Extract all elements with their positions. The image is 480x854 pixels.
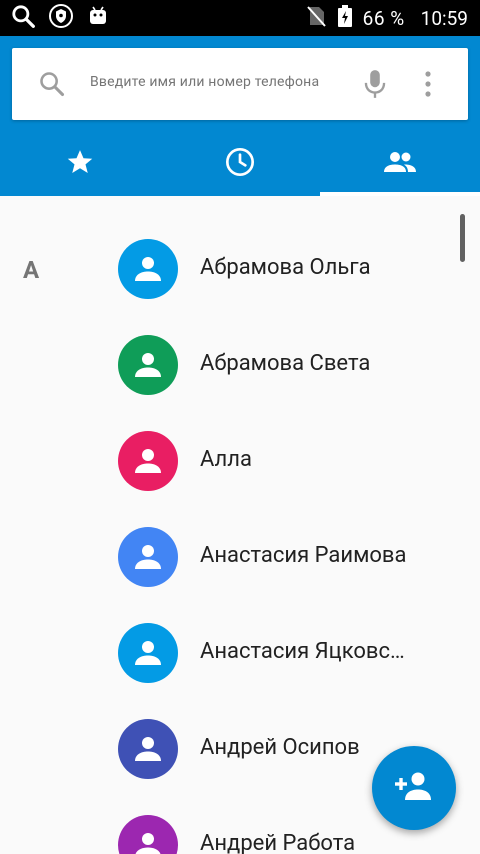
avatar: [118, 239, 178, 299]
search-icon: [38, 70, 66, 102]
search-icon: [10, 3, 36, 33]
search-input[interactable]: Введите имя или номер телефона: [90, 74, 319, 90]
scrollbar[interactable]: [460, 214, 465, 262]
star-icon: [65, 147, 95, 181]
contact-name: Алла: [200, 447, 252, 472]
contact-row[interactable]: Анастасия Раимова: [0, 510, 480, 606]
contact-name: Анастасия Раимова: [200, 543, 407, 568]
avatar: [118, 623, 178, 683]
clock-icon: [224, 146, 256, 182]
tab-bar: [0, 132, 480, 196]
status-bar: 66 % 10:59: [0, 0, 480, 36]
tab-recents[interactable]: [160, 132, 320, 196]
contact-row[interactable]: Алла: [0, 414, 480, 510]
add-person-icon: [394, 770, 434, 806]
avatar: [118, 815, 178, 854]
contact-row[interactable]: Анастасия Яцковс…: [0, 606, 480, 702]
avatar: [118, 719, 178, 779]
people-icon: [383, 149, 417, 179]
search-box[interactable]: Введите имя или номер телефона: [12, 48, 468, 120]
contact-name: Андрей Работа: [200, 831, 356, 854]
contact-name: Абрамова Ольга: [200, 255, 371, 280]
avatar: [118, 335, 178, 395]
tab-contacts[interactable]: [320, 132, 480, 196]
contact-row[interactable]: Абрамова Света: [0, 318, 480, 414]
contact-name: Анастасия Яцковс…: [200, 639, 405, 664]
avatar: [118, 431, 178, 491]
contact-row[interactable]: Абрамова Ольга: [0, 222, 480, 318]
contact-name: Абрамова Света: [200, 351, 371, 376]
contact-name: Андрей Осипов: [200, 735, 360, 760]
more-vert-icon[interactable]: [418, 70, 438, 102]
app-bar: Введите имя или номер телефона: [0, 36, 480, 196]
clock-time: 10:59: [420, 6, 468, 30]
android-debug-icon: [86, 4, 110, 32]
battery-percent: 66 %: [362, 6, 405, 30]
microphone-icon[interactable]: [362, 68, 388, 104]
tab-favorites[interactable]: [0, 132, 160, 196]
no-sim-icon: [305, 4, 327, 33]
add-contact-button[interactable]: [372, 746, 456, 830]
battery-charging-icon: [337, 4, 353, 33]
vpn-shield-icon: [48, 3, 74, 33]
avatar: [118, 527, 178, 587]
